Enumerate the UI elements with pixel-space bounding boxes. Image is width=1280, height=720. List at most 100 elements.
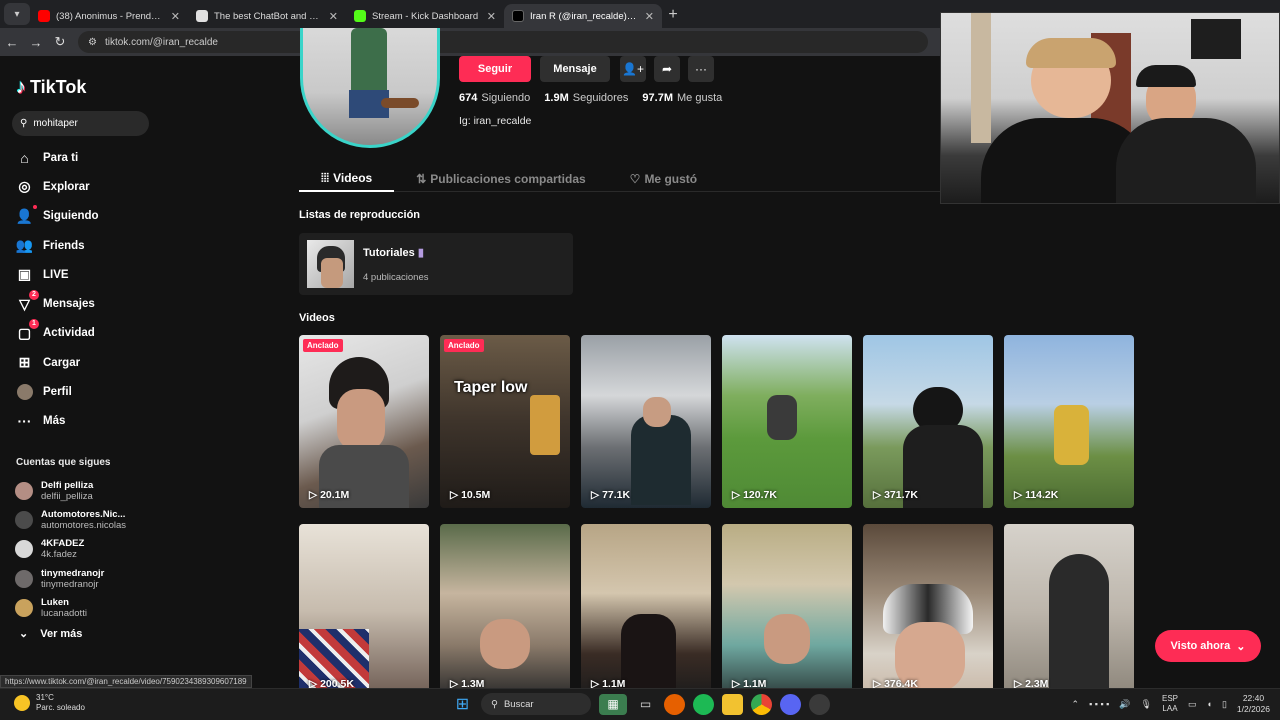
account-username: tinymedranojr [41,578,99,590]
video-card[interactable]: ▷ 2.3M [1004,524,1134,697]
browser-tab-tiktok[interactable]: Iran R (@iran_recalde) | TikTok ✕ [504,4,662,28]
sidebar-item-siguiendo[interactable]: 👤 Siguiendo [16,202,99,231]
playlist-thumbnail [307,240,354,288]
lang-layout: LAA [1162,704,1178,713]
discord-icon[interactable] [780,693,801,715]
sidebar-item-label: Friends [43,239,85,252]
video-card[interactable]: ▷ 77.1K [581,335,711,508]
share-icon[interactable]: ➦ [654,56,680,82]
clock[interactable]: 22:40 1/2/2026 [1237,693,1270,715]
tiktok-logo[interactable]: ♪ TikTok [16,76,86,99]
url-input[interactable]: ⚙ tiktok.com/@iran_recalde [78,31,928,53]
back-icon[interactable]: ← [0,35,24,50]
more-options-icon[interactable]: ··· [688,56,714,82]
forward-icon[interactable]: → [24,35,48,50]
reload-icon[interactable]: ↻ [48,34,72,50]
video-card[interactable]: Anclado Taper low ▷ 10.5M [440,335,570,508]
account-username: automotores.nicolas [41,519,127,531]
spotify-icon[interactable] [693,693,714,715]
video-card[interactable]: ▷ 1.1M [581,524,711,697]
browser-tab-kick[interactable]: Stream - Kick Dashboard ✕ [346,4,504,28]
activity-badge: 1 [29,318,39,329]
taskbar: 31°C Parc. soleado ⊞ ⚲ Buscar ▦ ▭ ⌃ ▪ ▪ … [0,688,1280,720]
new-tab-button[interactable]: + [662,6,684,24]
taskbar-search-input[interactable]: ⚲ Buscar [481,693,591,715]
sidebar-item-live[interactable]: ▣ LIVE [16,260,99,289]
close-tab-icon[interactable]: ✕ [487,10,496,23]
network-icon[interactable]: ▭ [1188,699,1197,710]
sidebar-item-explorar[interactable]: ◎ Explorar [16,172,99,201]
sidebar-item-perfil[interactable]: Perfil [16,377,99,406]
clock-time: 22:40 [1242,693,1265,703]
windows-start-icon[interactable]: ⊞ [452,694,473,715]
followers-stat[interactable]: 1.9M Seguidores [544,92,628,104]
following-account[interactable]: Automotores.Nic... automotores.nicolas [15,505,126,534]
play-icon: ▷ [732,489,741,501]
speaker-icon[interactable]: ◖ [1207,699,1212,709]
live-icon: ▣ [17,266,32,283]
tab-videos[interactable]: ⦙⦙⦙ Videos [299,166,395,192]
chevron-up-icon[interactable]: ⌃ [1072,699,1080,710]
video-card[interactable]: ▷ 1.1M [722,524,852,697]
taskbar-search-label: Buscar [503,698,534,710]
sidebar-item-para-ti[interactable]: ⌂ Para ti [16,143,99,172]
sidebar-item-mensajes[interactable]: ▽ 2 Mensajes [16,289,99,318]
following-account[interactable]: 4KFADEZ 4k.fadez [15,535,126,564]
tab-title: (38) Anonimus - Prendelo (Rem [56,10,165,22]
sidebar-item-friends[interactable]: 👥 Friends [16,231,99,260]
logo-text: TikTok [30,77,87,97]
weather-temp: 31°C [36,693,54,702]
add-friend-icon[interactable]: 👤+ [620,56,646,82]
following-section-title: Cuentas que sigues [16,457,111,468]
profile-avatar [16,384,33,401]
play-icon: ▷ [873,489,882,501]
file-explorer-icon[interactable] [722,693,743,715]
search-input[interactable]: ⚲ mohitaper [12,111,149,136]
following-account[interactable]: Luken lucanadotti [15,593,126,622]
see-more-button[interactable]: ⌄ Ver más [19,627,82,641]
sidebar-item-actividad[interactable]: ▢ 1 Actividad [16,318,99,348]
followers-count: 1.9M [544,92,569,104]
video-card[interactable]: ▷ 200.5K [299,524,429,697]
widgets-icon[interactable]: ▦ [599,693,627,715]
following-account[interactable]: Delfi pelliza delfii_pelliza [15,476,126,505]
sidebar-item-mas[interactable]: ··· Más [16,407,99,436]
sidebar: ♪ TikTok ⚲ mohitaper ⌂ Para ti ◎ Explorar … [0,56,160,688]
tab-reposts[interactable]: ⇅ Publicaciones compartidas [394,166,607,192]
video-card[interactable]: ▷ 1.3M [440,524,570,697]
video-card[interactable]: ▷ 114.2K [1004,335,1134,508]
firefox-icon[interactable] [664,693,685,715]
watched-now-button[interactable]: Visto ahora ⌄ [1155,630,1261,662]
task-view-icon[interactable]: ▭ [635,694,656,715]
mic-icon[interactable]: 🎙 [1141,699,1152,710]
message-button[interactable]: Mensaje [540,56,610,82]
pinned-badge: Anclado [444,339,484,352]
tray-apps-icon[interactable]: ▪ ▪ ▪ ▪ [1089,699,1109,709]
language-indicator[interactable]: ESP LAA [1162,694,1178,714]
video-card[interactable]: ▷ 376.4K [863,524,993,697]
following-stat[interactable]: 674 Siguiendo [459,92,530,104]
close-tab-icon[interactable]: ✕ [171,10,180,23]
tab-search-button[interactable]: ▾ [4,3,30,25]
view-count: ▷ 77.1K [591,489,631,501]
sidebar-item-cargar[interactable]: ⊞ Cargar [16,348,99,377]
browser-tab-youtube[interactable]: (38) Anonimus - Prendelo (Rem ✕ [30,4,188,28]
following-account[interactable]: tinymedranojr tinymedranojr [15,564,126,593]
video-card[interactable]: ▷ 120.7K [722,335,852,508]
browser-tab-chatbot[interactable]: The best ChatBot and Widgets ✕ [188,4,346,28]
playlist-card[interactable]: Tutoriales ▮ 4 publicaciones [299,233,573,295]
site-info-icon[interactable]: ⚙ [88,37,97,48]
tab-liked[interactable]: ♡ Me gustó [608,166,719,192]
close-tab-icon[interactable]: ✕ [645,10,654,23]
play-icon: ▷ [450,489,459,501]
system-tray: ⌃ ▪ ▪ ▪ ▪ 🔊 🎙 ESP LAA ▭ ◖ ▯ 22:40 1/2/20… [1072,693,1270,715]
video-card[interactable]: Anclado ▷ 20.1M [299,335,429,508]
follow-button[interactable]: Seguir [459,56,531,82]
volume-icon[interactable]: 🔊 [1119,699,1130,710]
chrome-icon[interactable] [751,693,772,715]
obs-icon[interactable] [809,693,830,715]
close-tab-icon[interactable]: ✕ [329,10,338,23]
battery-icon[interactable]: ▯ [1222,699,1227,710]
video-card[interactable]: ▷ 371.7K [863,335,993,508]
weather-widget[interactable]: 31°C Parc. soleado [14,693,85,713]
